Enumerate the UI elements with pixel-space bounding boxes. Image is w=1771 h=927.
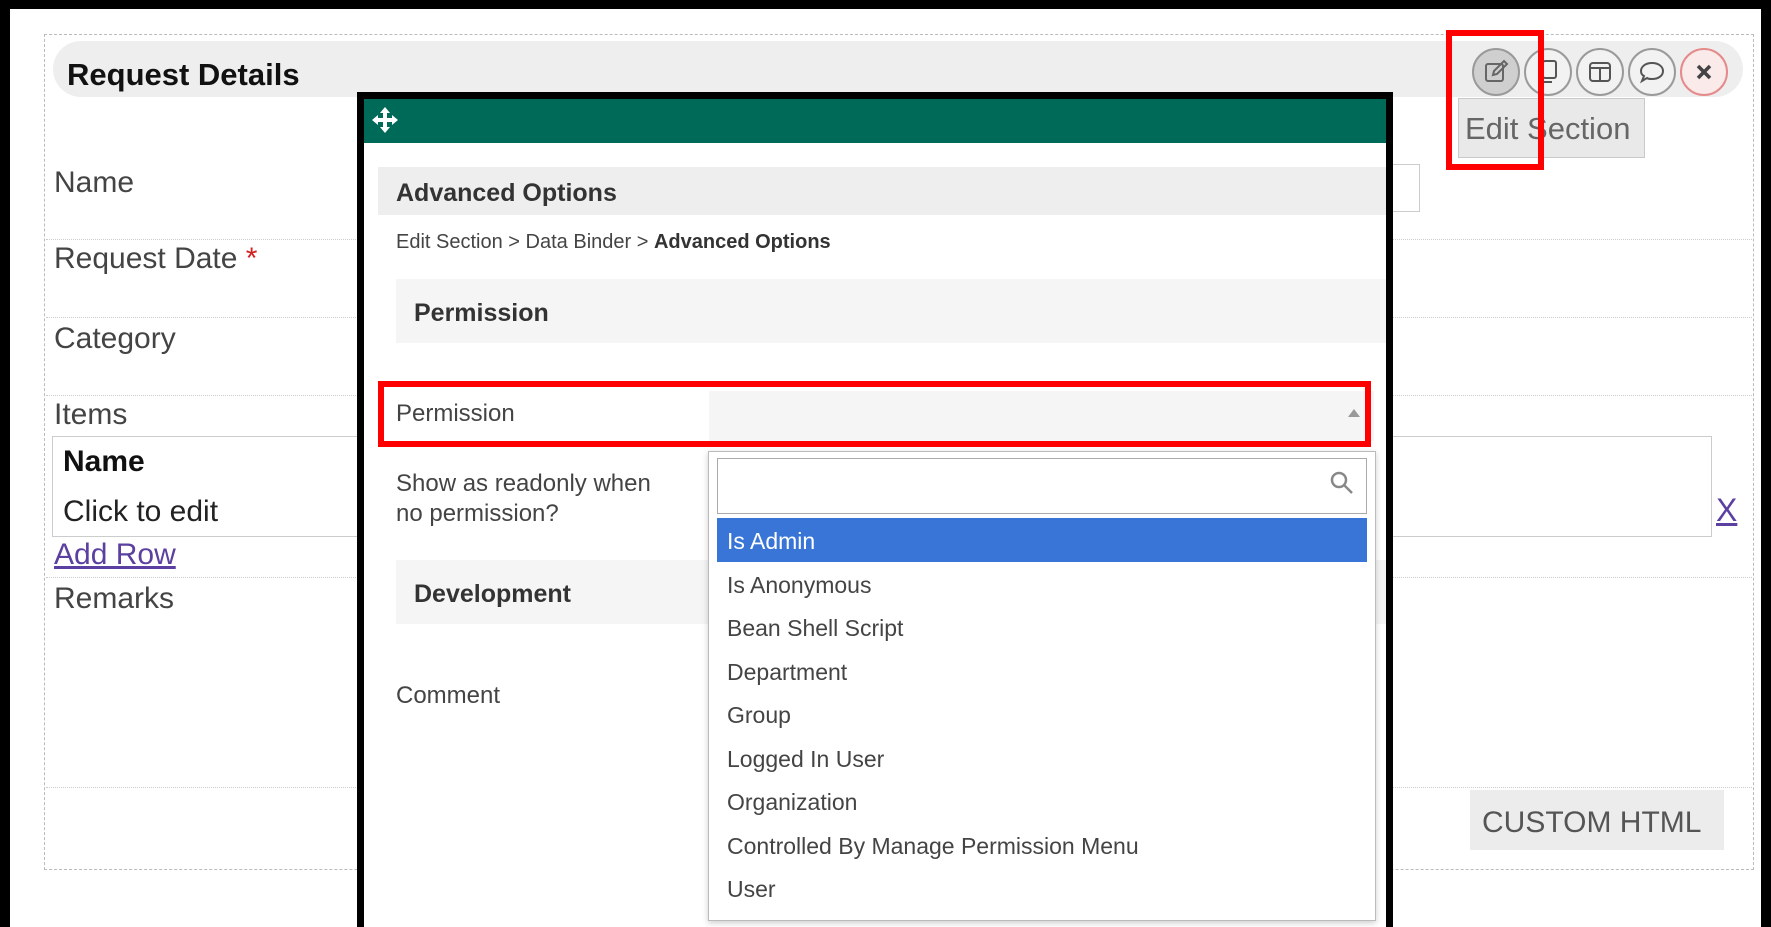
required-marker: * bbox=[245, 242, 258, 275]
dialog-drag-bar[interactable] bbox=[364, 99, 1386, 143]
copy-icon bbox=[1539, 60, 1557, 83]
comment-section-button[interactable] bbox=[1628, 48, 1676, 96]
dropdown-option[interactable]: Group bbox=[717, 692, 1367, 736]
chevron-up-icon bbox=[1348, 409, 1360, 417]
advanced-options-dialog: Advanced Options Edit Section > Data Bin… bbox=[357, 92, 1393, 927]
copy-section-button[interactable] bbox=[1524, 48, 1572, 96]
dropdown-option[interactable]: Logged In User bbox=[717, 736, 1367, 780]
permission-label: Permission bbox=[396, 400, 515, 427]
speech-bubble-icon bbox=[1639, 61, 1665, 84]
remarks-label: Remarks bbox=[54, 582, 175, 615]
dropdown-search-input[interactable] bbox=[717, 458, 1367, 514]
breadcrumb-edit-section[interactable]: Edit Section bbox=[396, 231, 503, 253]
name-label: Name bbox=[54, 166, 135, 199]
readonly-label-line2: no permission? bbox=[396, 500, 559, 527]
breadcrumb-separator: > bbox=[508, 231, 520, 253]
category-label: Category bbox=[54, 322, 176, 355]
permission-section-header: Permission bbox=[396, 279, 1386, 343]
comment-label: Comment bbox=[396, 682, 501, 709]
breadcrumb: Edit Section > Data Binder > Advanced Op… bbox=[396, 231, 831, 254]
dropdown-option[interactable]: Controlled By Manage Permission Menu bbox=[717, 823, 1367, 867]
grid-column-name: Name bbox=[63, 445, 145, 478]
request-date-label: Request Date * bbox=[54, 242, 257, 276]
custom-html-element[interactable]: CUSTOM HTML bbox=[1470, 790, 1724, 850]
dialog-title: Advanced Options bbox=[378, 167, 1386, 215]
permission-select[interactable] bbox=[709, 391, 1374, 441]
edit-section-tooltip: Edit Section bbox=[1458, 98, 1645, 158]
request-date-text: Request Date bbox=[54, 242, 238, 275]
section-title: Request Details bbox=[67, 57, 300, 92]
dropdown-option[interactable]: Department bbox=[717, 649, 1367, 693]
items-label: Items bbox=[54, 398, 128, 431]
delete-section-button[interactable] bbox=[1680, 48, 1728, 96]
edit-section-button[interactable] bbox=[1472, 48, 1520, 96]
move-icon[interactable] bbox=[370, 105, 400, 135]
add-row-link[interactable]: Add Row bbox=[54, 538, 176, 572]
columns-icon bbox=[1589, 62, 1611, 82]
dropdown-option[interactable]: Bean Shell Script bbox=[717, 605, 1367, 649]
permission-dropdown: Is Admin Is Anonymous Bean Shell Script … bbox=[708, 451, 1376, 921]
columns-section-button[interactable] bbox=[1576, 48, 1624, 96]
search-icon bbox=[1330, 471, 1353, 494]
grid-cell-placeholder[interactable]: Click to edit bbox=[63, 495, 218, 529]
readonly-label: Show as readonly when no permission? bbox=[396, 469, 651, 529]
remove-row-link[interactable]: X bbox=[1716, 492, 1737, 529]
close-icon bbox=[1696, 64, 1712, 80]
pencil-icon bbox=[1485, 59, 1509, 82]
dropdown-option[interactable]: Is Admin bbox=[717, 518, 1367, 562]
breadcrumb-separator: > bbox=[636, 231, 649, 253]
dropdown-option[interactable]: Is Anonymous bbox=[717, 562, 1367, 606]
breadcrumb-current: Advanced Options bbox=[653, 231, 831, 253]
readonly-label-line1: Show as readonly when bbox=[396, 470, 651, 497]
dropdown-options: Is Admin Is Anonymous Bean Shell Script … bbox=[717, 518, 1367, 910]
dropdown-option[interactable]: User bbox=[717, 866, 1367, 910]
breadcrumb-data-binder[interactable]: Data Binder bbox=[526, 231, 632, 253]
dropdown-option[interactable]: Organization bbox=[717, 779, 1367, 823]
section-toolbar bbox=[1472, 48, 1728, 96]
